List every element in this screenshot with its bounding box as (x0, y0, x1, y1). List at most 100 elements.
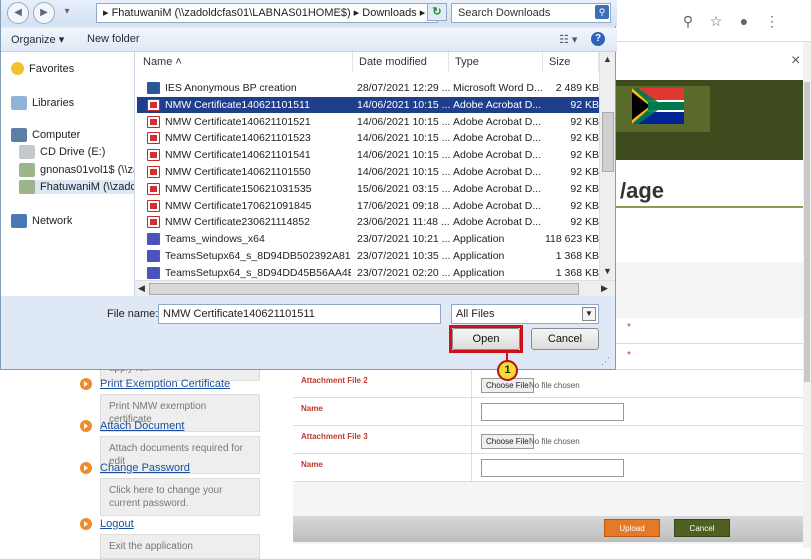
column-header-date[interactable]: Date modified (353, 52, 449, 72)
column-header-size[interactable]: Size (543, 52, 599, 72)
file-type: Application (453, 233, 505, 246)
file-row[interactable]: NMW Certificate140621101541 14/06/2021 10… (137, 147, 599, 163)
bookmark-star-icon[interactable]: ☆ (708, 13, 724, 29)
file-list-horizontal-scrollbar[interactable]: ◀ ▶ (135, 280, 615, 296)
nav-libraries[interactable]: Libraries (11, 96, 74, 110)
name-label: Name (301, 404, 323, 413)
chevron-down-icon[interactable]: ▼ (582, 307, 596, 321)
upload-button[interactable]: Upload (604, 519, 660, 537)
dialog-cancel-button[interactable]: Cancel (531, 328, 599, 350)
help-icon[interactable]: ? (591, 32, 605, 46)
file-type-select[interactable]: All Files ▼ (451, 304, 599, 324)
pdf-icon (147, 98, 160, 111)
scrollbar-thumb[interactable] (602, 112, 614, 172)
scrollbar-thumb[interactable] (149, 283, 579, 295)
heading-divider (614, 206, 804, 208)
file-date: 14/06/2021 10:15 ... (357, 132, 451, 145)
arrow-bullet-icon (80, 378, 92, 390)
file-list-vertical-scrollbar[interactable]: ▲ ▼ (599, 52, 615, 280)
sidebar-link[interactable]: Print Exemption Certificate (100, 378, 230, 390)
back-icon[interactable]: ◀ (7, 2, 29, 24)
column-header-name[interactable]: Name ˄ (137, 52, 353, 72)
teams-icon (147, 233, 160, 246)
column-header-type[interactable]: Type (449, 52, 543, 72)
nav-label: gnonas01vol1$ (\\za (40, 164, 135, 176)
file-row[interactable]: NMW Certificate140621101511 14/06/2021 10… (137, 96, 599, 113)
address-bar[interactable]: ▸ FhatuwaniM (\\zadoldcfas01\LABNAS01HOM… (96, 3, 438, 23)
search-icon[interactable]: ⚲ (595, 5, 609, 19)
file-row[interactable]: Teams_windows_x64 23/07/2021 10:21 ... App… (137, 231, 599, 247)
file-row[interactable]: NMW Certificate230621114852 23/06/2021 11… (137, 214, 599, 230)
file-type: Microsoft Word D... (453, 82, 543, 94)
nav-cd-drive[interactable]: CD Drive (E:) (19, 145, 105, 159)
file-type-value: All Files (456, 308, 495, 320)
sidebar-link[interactable]: Attach Document (100, 420, 184, 432)
file-size: 92 KB (570, 132, 599, 145)
profile-icon[interactable]: ● (736, 13, 752, 29)
resize-grip-icon[interactable]: ⋰ (601, 356, 610, 367)
name-label: Name (301, 460, 323, 469)
zoom-icon[interactable]: ⚲ (680, 13, 696, 29)
change-view-icon[interactable]: ☷ ▾ (559, 33, 577, 46)
address-row: ◀ ▶ ▾ ▸ FhatuwaniM (\\zadoldcfas01\LABNA… (1, 0, 617, 26)
word-doc-icon (147, 82, 160, 94)
file-date: 23/07/2021 10:35 ... (357, 250, 451, 262)
file-row[interactable]: NMW Certificate150621031535 15/06/2021 03… (137, 181, 599, 197)
file-name: NMW Certificate140621101521 (165, 115, 311, 128)
sidebar-link[interactable]: Logout (100, 518, 134, 530)
page-scrollbar-thumb[interactable] (804, 82, 810, 382)
sidebar-item-change-password[interactable]: Change Password Click here to change you… (80, 462, 260, 516)
page-scrollbar[interactable] (803, 42, 811, 548)
nav-computer[interactable]: Computer (11, 128, 80, 142)
pdf-icon (147, 166, 160, 178)
forward-icon[interactable]: ▶ (33, 2, 55, 24)
refresh-icon[interactable]: ↻ (427, 3, 447, 21)
file-row[interactable]: NMW Certificate140621101523 14/06/2021 10… (137, 130, 599, 146)
libraries-icon (11, 96, 27, 110)
file-row[interactable]: TeamsSetupx64_s_8D94DD45B56AA4E-7-0 23/07… (137, 265, 599, 281)
form-row-name: Name (293, 398, 803, 426)
teams-icon (147, 266, 160, 279)
new-folder-button[interactable]: New folder (87, 33, 140, 45)
file-name-label: File name: (107, 308, 159, 320)
attachment-2-label: Attachment File 2 (301, 376, 368, 385)
choose-file-button[interactable]: Choose File (481, 434, 534, 449)
file-row[interactable]: NMW Certificate140621101550 14/06/2021 10… (137, 164, 599, 180)
recent-locations-icon[interactable]: ▾ (59, 2, 75, 24)
organize-button[interactable]: Organize ▾ (11, 33, 64, 46)
no-file-text: No file chosen (529, 437, 580, 446)
file-date: 23/06/2021 11:48 ... (357, 216, 450, 229)
menu-icon[interactable]: ⋮ (764, 13, 780, 29)
file-name-input[interactable]: NMW Certificate140621101511 (158, 304, 441, 324)
file-size: 1 368 KB (555, 266, 599, 279)
nav-home-drive[interactable]: FhatuwaniM (\\zadc (19, 180, 134, 194)
file-type: Application (453, 266, 505, 279)
cancel-button[interactable]: Cancel (674, 519, 730, 537)
name-input[interactable] (481, 459, 624, 477)
form-row-name: Name (293, 454, 803, 482)
file-row[interactable]: IES Anonymous BP creation 28/07/2021 12:2… (137, 80, 599, 96)
file-row[interactable]: TeamsSetupx64_s_8D94DB502392A81-7-0_ 23/0… (137, 248, 599, 264)
nav-network[interactable]: Network (11, 214, 72, 228)
nav-network-drive[interactable]: gnonas01vol1$ (\\za (19, 163, 135, 177)
file-size: 92 KB (570, 199, 599, 212)
close-icon[interactable]: × (791, 52, 800, 70)
scroll-right-icon[interactable]: ▶ (601, 283, 608, 294)
computer-icon (11, 128, 27, 142)
network-drive-icon (19, 180, 35, 194)
file-row[interactable]: NMW Certificate170621091845 17/06/2021 09… (137, 198, 599, 214)
nav-favorites[interactable]: Favorites (11, 62, 74, 75)
sidebar-link[interactable]: Change Password (100, 462, 190, 474)
file-size: 92 KB (570, 182, 599, 195)
file-type: Adobe Acrobat D... (453, 182, 542, 195)
name-input[interactable] (481, 403, 624, 421)
file-row[interactable]: NMW Certificate140621101521 14/06/2021 10… (137, 114, 599, 130)
teams-icon (147, 250, 160, 262)
scroll-left-icon[interactable]: ◀ (138, 283, 145, 294)
pdf-icon (147, 115, 160, 128)
step-callout: 1 (497, 360, 518, 381)
search-input[interactable]: Search Downloads (451, 3, 611, 23)
sidebar-item-logout[interactable]: Logout Exit the application (80, 518, 260, 559)
scroll-down-icon[interactable]: ▼ (603, 266, 612, 276)
scroll-up-icon[interactable]: ▲ (603, 54, 612, 64)
